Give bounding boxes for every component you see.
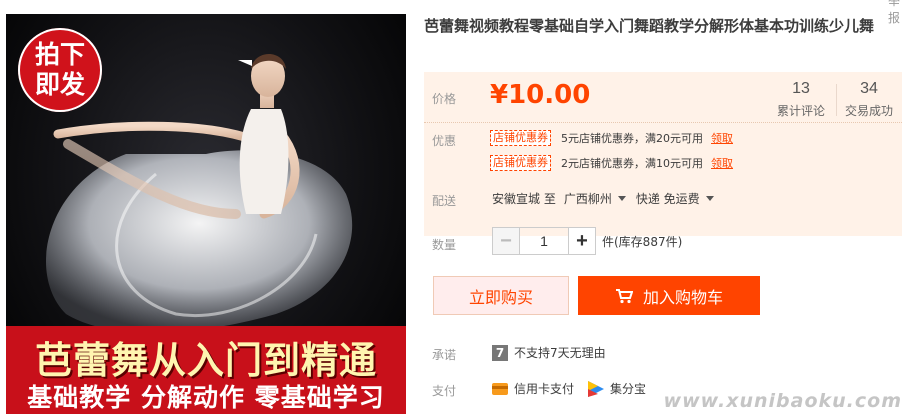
shipping-method-select[interactable]: 快递 免运费 (636, 190, 700, 207)
promise-text: 不支持7天无理由 (514, 346, 606, 360)
panel-divider (424, 122, 902, 123)
chevron-down-icon[interactable] (617, 196, 626, 201)
price-panel: 价格 ¥10.00 13 累计评论 34 交易成功 优惠 店铺优惠券 5元店铺优… (424, 72, 902, 236)
reviews-label: 累计评论 (776, 104, 825, 118)
badge-line-1: 拍下 (34, 40, 85, 69)
product-image[interactable]: 拍下 即发 芭蕾舞从入门到精通 基础教学 分解动作 零基础学习 (6, 14, 406, 414)
reviews-stat[interactable]: 13 累计评论 (768, 80, 834, 119)
claim-coupon-link[interactable]: 领取 (711, 130, 733, 146)
decrease-quantity-button[interactable]: − (492, 227, 520, 255)
image-banner: 芭蕾舞从入门到精通 基础教学 分解动作 零基础学习 (6, 326, 406, 414)
chevron-down-icon[interactable] (705, 196, 714, 201)
deals-stat: 34 交易成功 (836, 80, 902, 119)
quantity-label: 数量 (432, 238, 457, 252)
promo-badge: 拍下 即发 (18, 28, 102, 112)
delivery-label: 配送 (432, 194, 457, 208)
badge-line-2: 即发 (34, 70, 85, 99)
cart-icon (615, 288, 633, 303)
deals-count: 34 (860, 80, 878, 97)
site-watermark: www.xunibaoku.com (663, 390, 902, 412)
buy-now-label: 立即购买 (468, 287, 533, 307)
price-label: 价格 (432, 92, 457, 106)
coupon-row: 店铺优惠券 5元店铺优惠券，满20元可用 领取 (490, 130, 733, 146)
coupon-tag: 店铺优惠券 (490, 155, 551, 171)
payment-row: 信用卡支付 集分宝 (492, 380, 646, 397)
jifenbao-payment: 集分宝 (610, 382, 647, 396)
jifenbao-icon (588, 380, 605, 397)
banner-title: 芭蕾舞从入门到精通 (35, 339, 377, 382)
promo-label: 优惠 (432, 134, 457, 148)
add-to-cart-label: 加入购物车 (642, 287, 723, 307)
promise-row: 7 不支持7天无理由 (492, 344, 606, 361)
credit-card-payment: 信用卡支付 (514, 382, 575, 396)
product-title: 芭蕾舞视频教程零基础自学入门舞蹈教学分解形体基本功训练少儿舞 (424, 17, 875, 35)
reviews-count: 13 (792, 80, 810, 97)
price-value: ¥10.00 (490, 80, 591, 110)
payment-label: 支付 (432, 384, 457, 398)
delivery-row: 安徽宣城 至 广西柳州 快递 免运费 (492, 190, 724, 207)
add-to-cart-button[interactable]: 加入购物车 (578, 276, 760, 315)
coupon-tag: 店铺优惠券 (490, 130, 551, 146)
credit-card-icon (492, 382, 508, 395)
buy-now-button[interactable]: 立即购买 (433, 276, 569, 315)
promise-label: 承诺 (432, 348, 457, 362)
delivery-from: 安徽宣城 至 (492, 192, 556, 206)
increase-quantity-button[interactable]: + (568, 227, 596, 255)
claim-coupon-link[interactable]: 领取 (711, 155, 733, 171)
seven-day-icon: 7 (492, 344, 508, 361)
stock-info: 件(库存887件) (602, 234, 683, 249)
quantity-input[interactable]: 1 (520, 227, 568, 255)
coupon-desc: 5元店铺优惠券，满20元可用 (561, 132, 703, 145)
delivery-destination-select[interactable]: 广西柳州 (564, 190, 612, 207)
banner-subtitle: 基础教学 分解动作 零基础学习 (27, 383, 385, 412)
coupon-row: 店铺优惠券 2元店铺优惠券，满10元可用 领取 (490, 155, 733, 171)
coupon-desc: 2元店铺优惠券，满10元可用 (561, 157, 703, 170)
deals-label: 交易成功 (844, 104, 893, 118)
quantity-stepper: − 1 + 件(库存887件) (492, 227, 682, 255)
